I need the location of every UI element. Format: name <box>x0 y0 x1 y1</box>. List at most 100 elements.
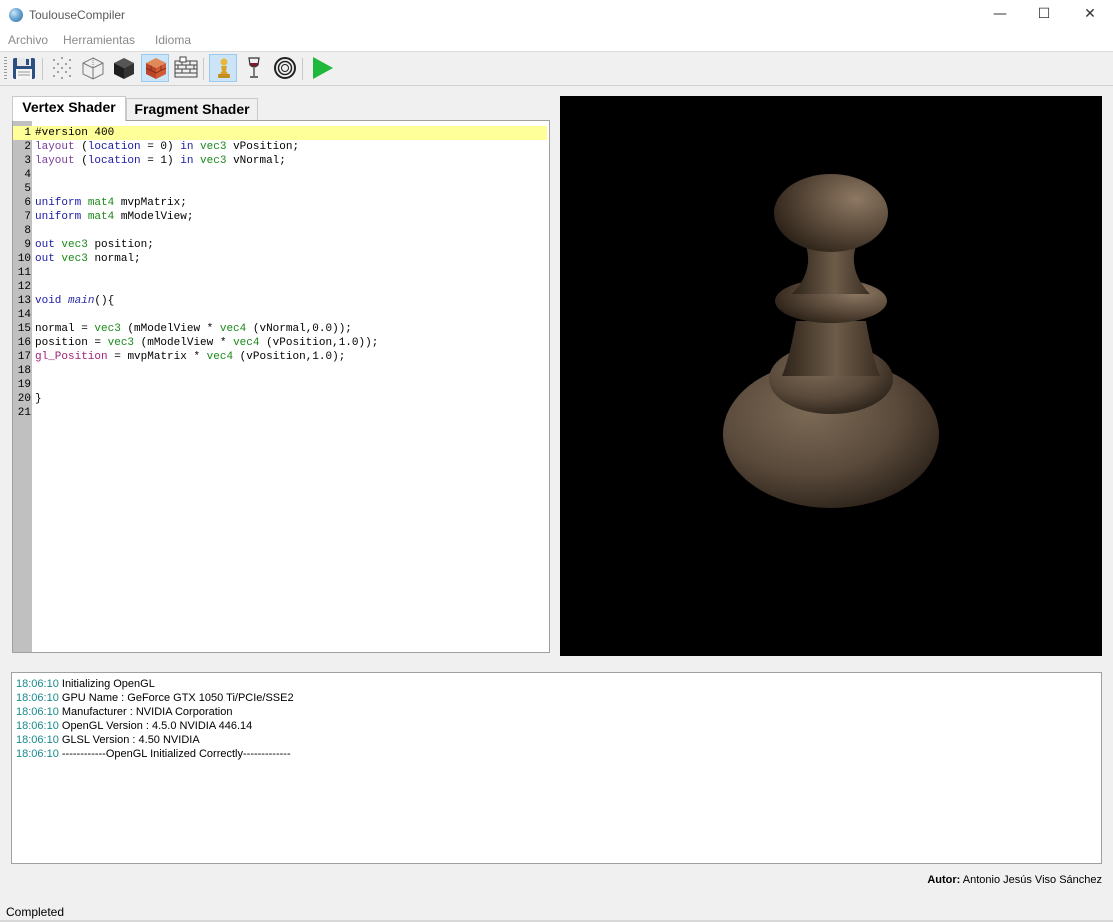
line-number: 17 <box>17 351 31 363</box>
log-line: 18:06:10 Manufacturer : NVIDIA Corporati… <box>16 705 1097 719</box>
code-line[interactable]: 15 normal = vec3 (mModelView * vec4 (vNor… <box>13 322 549 336</box>
wireframe-button[interactable] <box>79 54 107 82</box>
code-line[interactable]: 20} <box>13 392 549 406</box>
code-text: out vec3 position; <box>35 239 154 251</box>
code-line[interactable]: 5 <box>13 182 549 196</box>
app-icon <box>9 8 23 22</box>
menu-herramientas[interactable]: Herramientas <box>63 33 135 47</box>
code-text: position = vec3 (mModelView * vec4 (vPos… <box>35 337 379 349</box>
toolbar-separator <box>203 58 204 80</box>
log-message: ------------OpenGL Initialized Correctly… <box>58 748 291 760</box>
code-line[interactable]: 10 out vec3 normal; <box>13 252 549 266</box>
code-line[interactable]: 19 <box>13 378 549 392</box>
log-line: 18:06:10 ------------OpenGL Initialized … <box>16 747 1097 761</box>
toolbar-grip[interactable] <box>4 57 7 81</box>
code-line[interactable]: 18 <box>13 364 549 378</box>
code-line[interactable]: 14 <box>13 308 549 322</box>
menu-idioma[interactable]: Idioma <box>155 33 191 47</box>
line-number: 11 <box>17 267 31 279</box>
code-line[interactable]: 3 layout (location = 1) in vec3 vNormal; <box>13 154 549 168</box>
code-line[interactable]: 4 <box>13 168 549 182</box>
code-line[interactable]: 1 #version 400 <box>13 126 547 140</box>
textured-button[interactable] <box>141 54 169 82</box>
save-icon <box>13 58 35 79</box>
code-line[interactable]: 2 layout (location = 0) in vec3 vPosition… <box>13 140 549 154</box>
status-text: Completed <box>6 905 65 919</box>
line-number: 8 <box>24 225 31 237</box>
save-button[interactable] <box>10 54 38 82</box>
line-number: 6 <box>24 197 31 209</box>
tab-fragment-shader[interactable]: Fragment Shader <box>126 98 258 120</box>
solid-button[interactable] <box>110 54 138 82</box>
log-line: 18:06:10 OpenGL Version : 4.5.0 NVIDIA 4… <box>16 719 1097 733</box>
log-timestamp: 18:06:10 <box>16 692 59 704</box>
brick-texture-button[interactable] <box>172 54 200 82</box>
code-text: normal = vec3 (mModelView * vec4 (vNorma… <box>35 323 352 335</box>
window-title: ToulouseCompiler <box>29 8 126 22</box>
code-line[interactable]: 9 out vec3 position; <box>13 238 549 252</box>
points-mode-icon <box>53 57 71 79</box>
code-line[interactable]: 16 position = vec3 (mModelView * vec4 (vP… <box>13 336 549 350</box>
code-text: layout (location = 0) in vec3 vPosition; <box>35 141 300 153</box>
wine-glass-model-button[interactable] <box>240 54 268 82</box>
log-timestamp: 18:06:10 <box>16 720 59 732</box>
close-button[interactable]: ✕ <box>1067 0 1113 30</box>
log-line: 18:06:10 Initializing OpenGL <box>16 677 1097 691</box>
torus-model-button[interactable] <box>271 54 299 82</box>
log-message: GPU Name : GeForce GTX 1050 Ti/PCIe/SSE2 <box>58 692 294 704</box>
line-number: 14 <box>17 309 31 321</box>
log-output[interactable]: 18:06:10 Initializing OpenGL 18:06:10 GPU… <box>11 672 1102 864</box>
log-line: 18:06:10 GPU Name : GeForce GTX 1050 Ti/… <box>16 691 1097 705</box>
line-number: 20 <box>17 393 31 405</box>
line-number: 4 <box>24 169 31 181</box>
line-number: 15 <box>17 323 31 335</box>
pawn-model-button[interactable] <box>209 54 237 82</box>
line-number: 12 <box>17 281 31 293</box>
log-message: GLSL Version : 4.50 NVIDIA <box>58 734 200 746</box>
toolbar <box>0 51 1113 86</box>
code-text: gl_Position = mvpMatrix * vec4 (vPositio… <box>35 351 346 363</box>
log-message: Initializing OpenGL <box>58 678 155 690</box>
code-line[interactable]: 11 <box>13 266 549 280</box>
code-line[interactable]: 13 void main(){ <box>13 294 549 308</box>
pawn-render <box>723 174 939 508</box>
points-mode-button[interactable] <box>48 54 76 82</box>
menu-archivo[interactable]: Archivo <box>8 33 48 47</box>
line-number: 10 <box>17 253 31 265</box>
line-number: 19 <box>17 379 31 391</box>
code-line[interactable]: 8 <box>13 224 549 238</box>
log-message: Manufacturer : NVIDIA Corporation <box>58 706 233 718</box>
line-number: 18 <box>17 365 31 377</box>
author-credit: Autor: Antonio Jesús Viso Sánchez <box>927 874 1102 886</box>
line-number: 1 <box>24 127 31 139</box>
line-number: 21 <box>17 407 31 419</box>
code-text: uniform mat4 mvpMatrix; <box>35 197 187 209</box>
pawn-model-icon <box>218 58 230 78</box>
maximize-button[interactable]: ☐ <box>1021 0 1067 30</box>
code-line[interactable]: 7 uniform mat4 mModelView; <box>13 210 549 224</box>
code-text: out vec3 normal; <box>35 253 141 265</box>
run-button[interactable] <box>308 54 336 82</box>
title-bar: ToulouseCompiler — ☐ ✕ <box>0 0 1113 30</box>
render-viewport[interactable] <box>560 96 1102 656</box>
code-area[interactable]: 1 #version 400 2 layout (location = 0) in v… <box>13 126 549 420</box>
code-line[interactable]: 6 uniform mat4 mvpMatrix; <box>13 196 549 210</box>
menu-bar: Archivo Herramientas Idioma <box>0 30 1113 51</box>
code-text: uniform mat4 mModelView; <box>35 211 194 223</box>
toolbar-separator <box>302 58 303 80</box>
code-text: #version 400 <box>35 127 115 139</box>
minimize-button[interactable]: — <box>977 0 1023 30</box>
toolbar-separator <box>42 58 43 80</box>
line-number: 9 <box>24 239 31 251</box>
author-label: Autor: <box>927 874 961 886</box>
code-text: void main(){ <box>35 295 115 307</box>
code-line[interactable]: 21 <box>13 406 549 420</box>
code-line[interactable]: 12 <box>13 280 549 294</box>
tab-vertex-shader[interactable]: Vertex Shader <box>12 96 126 121</box>
run-icon <box>313 57 333 79</box>
textured-cube-icon <box>145 58 167 79</box>
wireframe-cube-icon <box>82 57 104 80</box>
wine-glass-model-icon <box>248 57 260 78</box>
code-editor[interactable]: 1 #version 400 2 layout (location = 0) in v… <box>12 120 550 653</box>
code-line[interactable]: 17 gl_Position = mvpMatrix * vec4 (vPosit… <box>13 350 549 364</box>
